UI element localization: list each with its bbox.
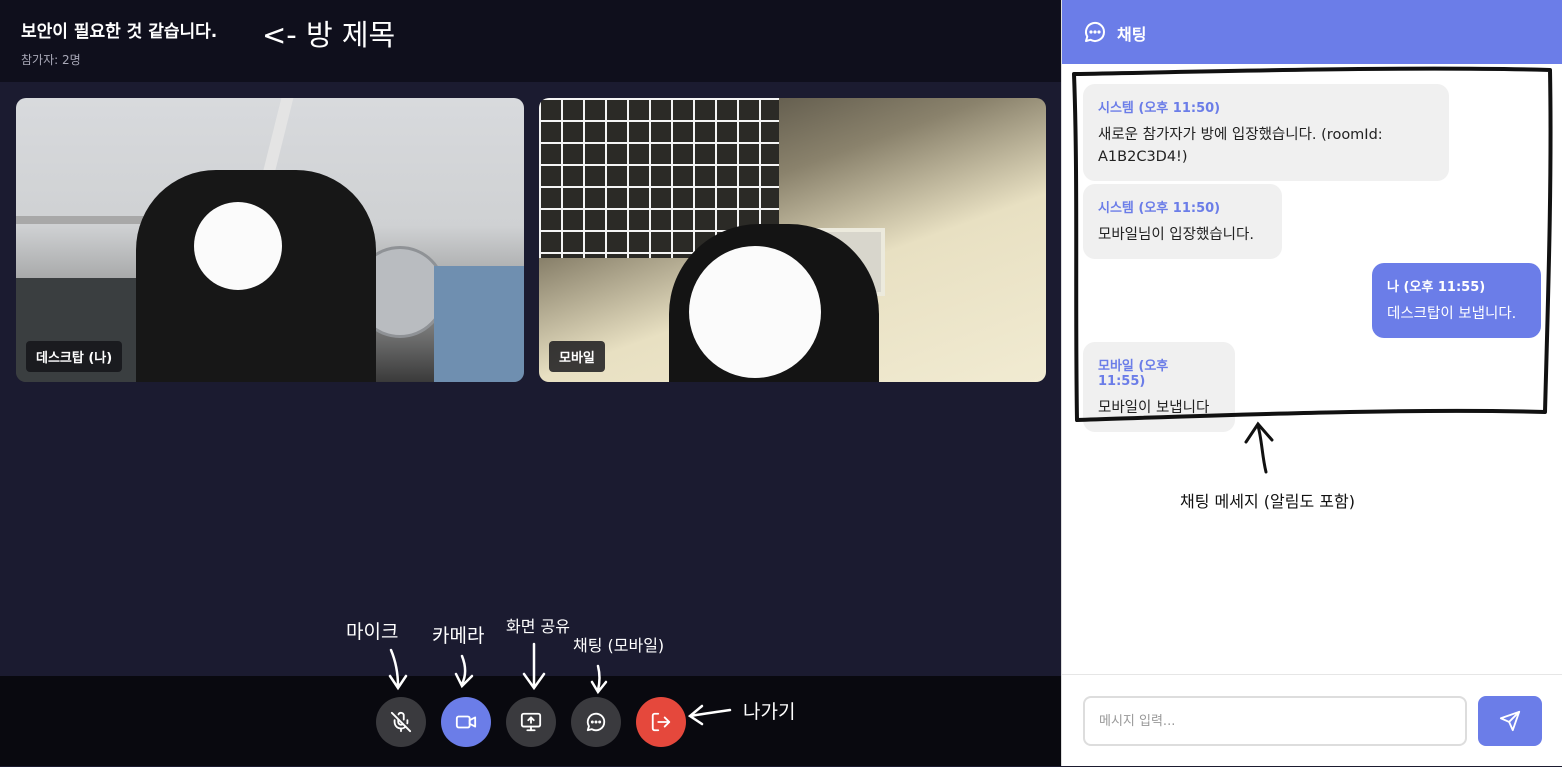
annotation-chat-messages: 채팅 메세지 (알림도 포함) bbox=[1180, 492, 1355, 511]
chat-title: 채팅 bbox=[1117, 25, 1147, 44]
mic-off-icon bbox=[390, 711, 412, 733]
annotation-room-title: <- 방 제목 bbox=[262, 18, 396, 52]
participant-count: 참가자: 2명 bbox=[21, 53, 81, 67]
screen-share-button[interactable] bbox=[506, 697, 556, 747]
exit-icon bbox=[651, 712, 671, 732]
camera-toggle-button[interactable] bbox=[441, 697, 491, 747]
message-sender: 시스템 (오후 11:50) bbox=[1098, 201, 1221, 216]
chat-header: 채팅 bbox=[1062, 0, 1562, 64]
annotation-chat-mobile: 채팅 (모바일) bbox=[573, 636, 665, 655]
message-text: 모바일님이 입장했습니다. bbox=[1098, 227, 1254, 243]
video-camera-icon bbox=[455, 715, 477, 729]
chat-message: 시스템 (오후 11:50) 모바일님이 입장했습니다. bbox=[1083, 184, 1282, 259]
chat-message: 시스템 (오후 11:50) 새로운 참가자가 방에 입장했습니다. (room… bbox=[1083, 84, 1449, 181]
send-icon bbox=[1499, 710, 1521, 732]
annotation-camera: 카메라 bbox=[432, 625, 485, 647]
chat-message-own: 나 (오후 11:55) 데스크탑이 보냅니다. bbox=[1372, 263, 1541, 338]
annotation-screen-share: 화면 공유 bbox=[506, 617, 570, 636]
chat-message: 모바일 (오후 11:55) 모바일이 보냅니다 bbox=[1083, 342, 1235, 432]
face-blur bbox=[194, 202, 282, 290]
annotation-mic: 마이크 bbox=[346, 621, 399, 643]
video-tile-desktop: 데스크탑 (나) bbox=[16, 98, 524, 382]
video-label: 데스크탑 (나) bbox=[26, 341, 123, 372]
message-input[interactable] bbox=[1083, 696, 1467, 746]
annotation-leave: 나가기 bbox=[743, 701, 796, 723]
video-tile-mobile: 모바일 bbox=[539, 98, 1046, 382]
message-text: 데스크탑이 보냅니다. bbox=[1387, 306, 1517, 322]
message-sender: 나 (오후 11:55) bbox=[1387, 280, 1486, 295]
box bbox=[434, 266, 524, 382]
video-call-area: 보안이 필요한 것 같습니다. 참가자: 2명 데스크탑 (나) 모바일 bbox=[0, 0, 1061, 766]
send-button[interactable] bbox=[1478, 696, 1542, 746]
message-sender: 시스템 (오후 11:50) bbox=[1098, 101, 1221, 116]
chat-input-area bbox=[1062, 674, 1562, 767]
video-label: 모바일 bbox=[549, 341, 605, 372]
chat-icon bbox=[586, 712, 606, 732]
message-text: 모바일이 보냅니다 bbox=[1098, 400, 1210, 416]
room-title: 보안이 필요한 것 같습니다. bbox=[21, 22, 218, 42]
screen-share-icon bbox=[520, 712, 542, 732]
chat-icon bbox=[1085, 21, 1106, 42]
leave-button[interactable] bbox=[636, 697, 686, 747]
chat-toggle-button[interactable] bbox=[571, 697, 621, 747]
chat-panel: 채팅 시스템 (오후 11:50) 새로운 참가자가 방에 입장했습니다. (r… bbox=[1061, 0, 1562, 766]
message-text: 새로운 참가자가 방에 입장했습니다. (roomId: A1B2C3D4!) bbox=[1098, 127, 1383, 165]
face-blur bbox=[689, 246, 821, 378]
room-header: 보안이 필요한 것 같습니다. 참가자: 2명 bbox=[0, 0, 1061, 82]
mic-toggle-button[interactable] bbox=[376, 697, 426, 747]
message-sender: 모바일 (오후 11:55) bbox=[1098, 359, 1169, 389]
